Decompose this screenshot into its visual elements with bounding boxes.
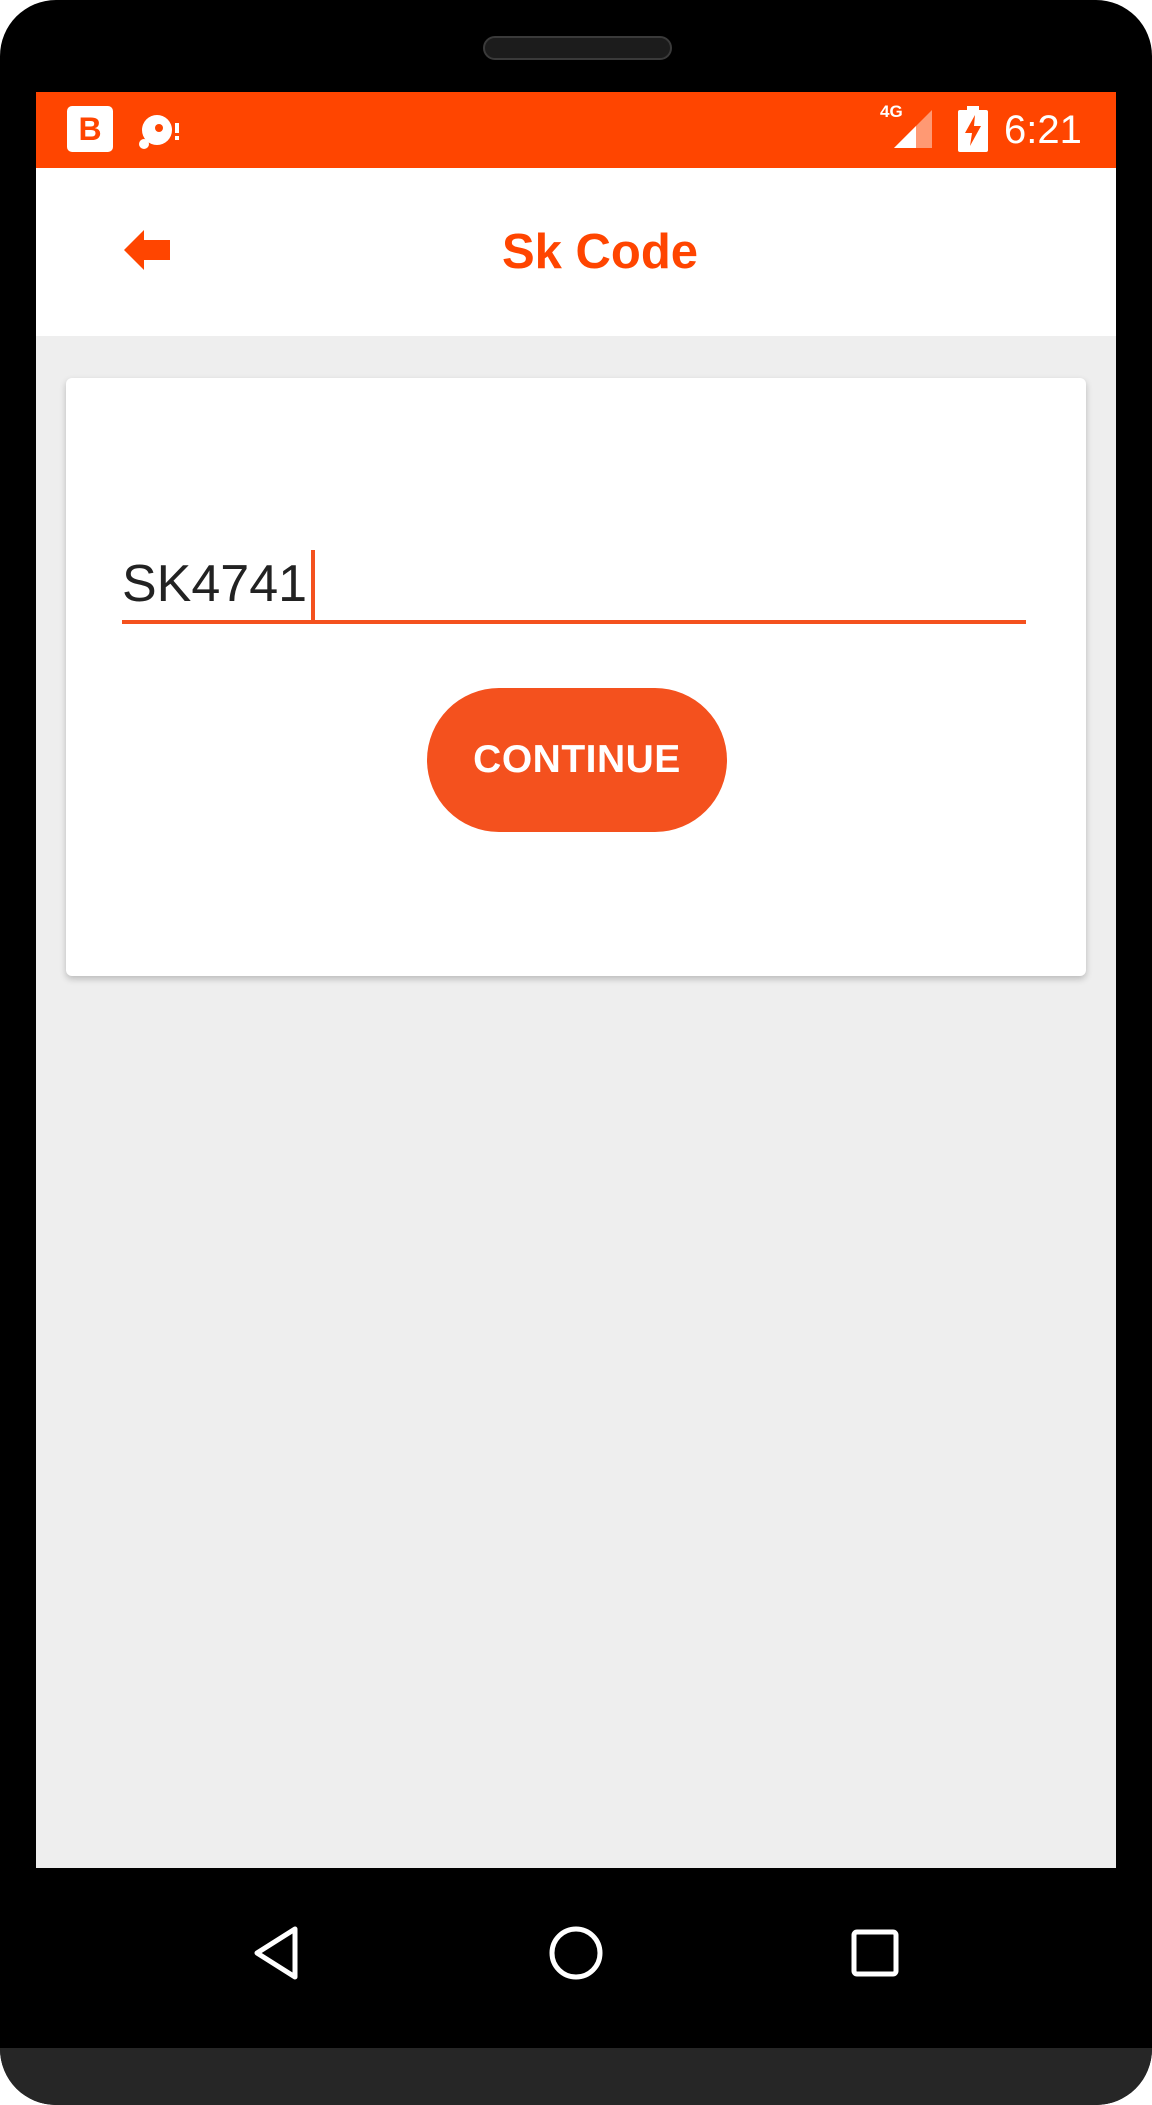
device-chin xyxy=(0,2048,1152,2105)
nav-home-button[interactable] xyxy=(541,1918,611,1988)
back-button[interactable] xyxy=(124,228,174,272)
phone-frame: B 4G 6:21 Sk Code SK4741 CONTINUE xyxy=(0,0,1152,2105)
code-input-row xyxy=(122,548,1030,628)
status-time: 6:21 xyxy=(1004,108,1082,152)
code-card: CONTINUE xyxy=(66,378,1086,976)
nav-recents-button[interactable] xyxy=(840,1918,910,1988)
page-title: Sk Code xyxy=(501,225,699,279)
battery-charging-icon xyxy=(958,106,988,152)
status-bar: B 4G 6:21 xyxy=(36,92,1116,168)
b-app-icon: B xyxy=(67,106,113,152)
disc-notification-icon xyxy=(139,115,179,149)
earpiece-speaker xyxy=(483,36,672,60)
signal-icon xyxy=(894,110,932,148)
text-cursor xyxy=(311,550,315,620)
back-triangle-icon xyxy=(254,1926,298,1980)
b-app-icon-letter: B xyxy=(78,111,102,147)
recents-square-icon xyxy=(851,1929,899,1977)
navigation-bar xyxy=(0,1868,1152,2048)
nav-back-button[interactable] xyxy=(242,1918,312,1988)
continue-button[interactable]: CONTINUE xyxy=(427,688,727,832)
home-circle-icon xyxy=(549,1926,603,1980)
screen: B 4G 6:21 Sk Code SK4741 CONTINUE xyxy=(36,92,1116,1868)
arrow-left-icon xyxy=(124,230,170,270)
app-bar: Sk Code xyxy=(36,168,1116,336)
sk-code-input[interactable] xyxy=(122,548,1026,624)
